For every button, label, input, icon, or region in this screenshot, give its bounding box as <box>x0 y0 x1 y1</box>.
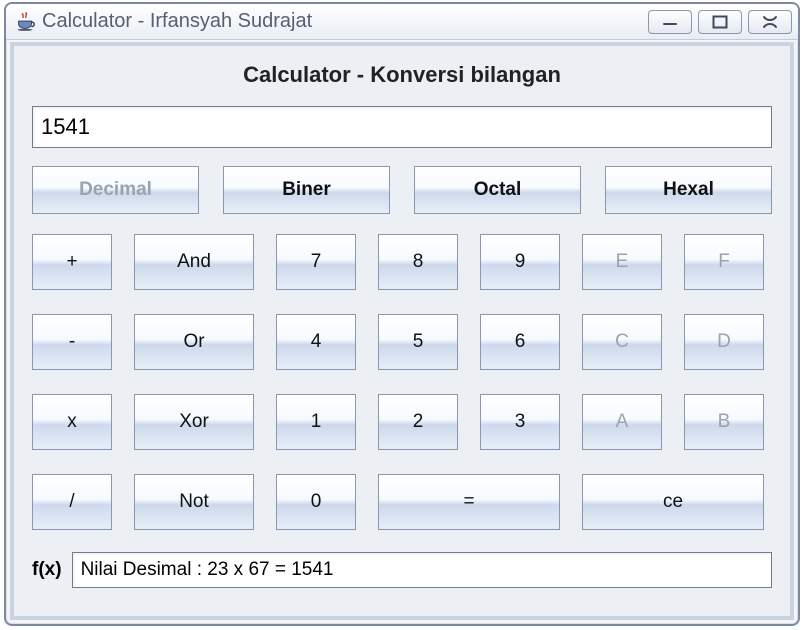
divide-button[interactable]: / <box>32 474 112 530</box>
window-title: Calculator - Irfansyah Sudrajat <box>42 10 648 33</box>
digit-0-button[interactable]: 0 <box>276 474 356 530</box>
multiply-button[interactable]: x <box>32 394 112 450</box>
not-button[interactable]: Not <box>134 474 254 530</box>
digit-4-button[interactable]: 4 <box>276 314 356 370</box>
digit-1-button[interactable]: 1 <box>276 394 356 450</box>
java-cup-icon <box>14 11 36 33</box>
result-output[interactable] <box>72 552 772 588</box>
octal-button[interactable]: Octal <box>414 166 581 214</box>
equals-button[interactable]: = <box>378 474 560 530</box>
close-icon <box>761 15 779 29</box>
close-button[interactable] <box>748 10 792 34</box>
digit-7-button[interactable]: 7 <box>276 234 356 290</box>
minus-button[interactable]: - <box>32 314 112 370</box>
digit-6-button[interactable]: 6 <box>480 314 560 370</box>
hexal-button[interactable]: Hexal <box>605 166 772 214</box>
xor-button[interactable]: Xor <box>134 394 254 450</box>
digit-9-button[interactable]: 9 <box>480 234 560 290</box>
hex-f-button: F <box>684 234 764 290</box>
client-area: Calculator - Konversi bilangan Decimal B… <box>10 42 794 620</box>
window-controls <box>648 10 792 34</box>
display-input[interactable] <box>32 106 772 148</box>
hex-d-button: D <box>684 314 764 370</box>
decimal-button: Decimal <box>32 166 199 214</box>
digit-3-button[interactable]: 3 <box>480 394 560 450</box>
keypad: + And 7 8 9 E F - Or 4 5 6 C D x Xor 1 2… <box>32 234 772 530</box>
base-buttons-row: Decimal Biner Octal Hexal <box>32 166 772 214</box>
hex-c-button: C <box>582 314 662 370</box>
hex-b-button: B <box>684 394 764 450</box>
clear-button[interactable]: ce <box>582 474 764 530</box>
minimize-icon <box>661 16 679 28</box>
fx-label: f(x) <box>32 559 62 581</box>
or-button[interactable]: Or <box>134 314 254 370</box>
hex-a-button: A <box>582 394 662 450</box>
footer-row: f(x) <box>32 552 772 588</box>
digit-2-button[interactable]: 2 <box>378 394 458 450</box>
page-title: Calculator - Konversi bilangan <box>32 62 772 88</box>
digit-5-button[interactable]: 5 <box>378 314 458 370</box>
and-button[interactable]: And <box>134 234 254 290</box>
hex-e-button: E <box>582 234 662 290</box>
maximize-icon <box>712 15 728 29</box>
plus-button[interactable]: + <box>32 234 112 290</box>
maximize-button[interactable] <box>698 10 742 34</box>
titlebar: Calculator - Irfansyah Sudrajat <box>6 4 798 40</box>
digit-8-button[interactable]: 8 <box>378 234 458 290</box>
biner-button[interactable]: Biner <box>223 166 390 214</box>
application-window: Calculator - Irfansyah Sudrajat Calculat… <box>4 2 800 626</box>
minimize-button[interactable] <box>648 10 692 34</box>
